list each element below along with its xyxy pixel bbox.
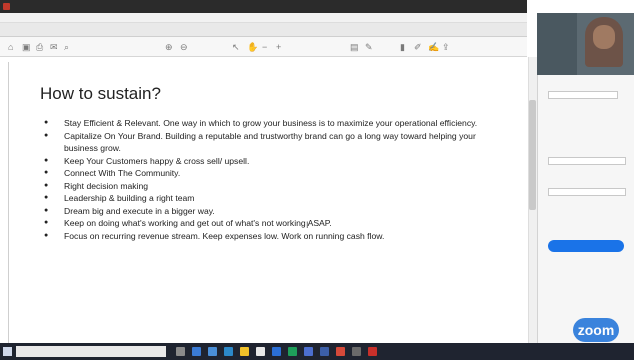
excel-icon[interactable] (288, 347, 297, 356)
fit-page-icon[interactable]: ▤ (350, 42, 359, 52)
list-item: Connect With The Community. (40, 167, 510, 180)
tab-bar (0, 23, 527, 37)
acrobat-icon[interactable] (336, 347, 345, 356)
slide-heading: How to sustain? (40, 84, 161, 103)
zoom-out-icon[interactable]: − (262, 42, 267, 52)
search-icon[interactable]: ⌕ (64, 42, 69, 52)
list-item: Keep Your Customers happy & cross sell/ … (40, 155, 510, 168)
list-item: Keep on doing what's working and get out… (40, 217, 510, 230)
text-cursor-icon: I (306, 220, 309, 230)
list-item: Capitalize On Your Brand. Building a rep… (40, 130, 510, 155)
video-background (537, 13, 577, 75)
sign-icon[interactable]: ✍ (428, 42, 439, 52)
zoom-watermark: zoom (551, 316, 627, 342)
page-up-icon[interactable]: ⊕ (165, 42, 173, 52)
home-icon[interactable]: ⌂ (8, 42, 13, 52)
edge-icon[interactable] (192, 347, 201, 356)
list-item: Focus on recurring revenue stream. Keep … (40, 230, 510, 243)
convert-button[interactable] (548, 240, 624, 252)
task-view-icon[interactable] (176, 347, 185, 356)
zoom-in-icon[interactable]: + (276, 42, 281, 52)
chrome-icon[interactable] (256, 347, 265, 356)
taskbar-search[interactable] (16, 346, 166, 357)
taskbar (0, 343, 634, 360)
participant-face (593, 25, 615, 49)
panel-select-1[interactable] (548, 157, 626, 165)
list-item: Right decision making (40, 180, 510, 193)
list-item: Stay Efficient & Relevant. One way in wh… (40, 117, 510, 130)
panel-dropdown[interactable] (548, 91, 618, 99)
share-icon[interactable]: ⇪ (442, 42, 450, 52)
window-titlebar (0, 0, 527, 13)
mail-app-icon[interactable] (224, 347, 233, 356)
file-explorer-icon[interactable] (240, 347, 249, 356)
hand-icon[interactable]: ✋ (247, 42, 258, 52)
page-edge (8, 62, 9, 343)
panel-select-2[interactable] (548, 188, 626, 196)
windows-start-icon[interactable] (3, 347, 12, 356)
comment-icon[interactable]: ✎ (365, 42, 373, 52)
list-item: Dream big and execute in a bigger way. (40, 205, 510, 218)
pen-icon[interactable]: ✐ (414, 42, 422, 52)
page-down-icon[interactable]: ⊖ (180, 42, 188, 52)
save-icon[interactable]: ▣ (22, 42, 31, 52)
video-thumbnail[interactable] (537, 13, 634, 75)
zoom-logo-icon: zoom (573, 318, 619, 342)
cursor-icon[interactable]: ↖ (232, 42, 240, 52)
scrollbar-thumb[interactable] (529, 100, 536, 210)
highlight-icon[interactable]: ▮ (400, 42, 405, 52)
word-icon[interactable] (272, 347, 281, 356)
zoom-logo-text: zoom (577, 322, 615, 338)
toolbar: ⌂ ▣ ⎙ ✉ ⌕ ⊕ ⊖ ↖ ✋ − + ▤ ✎ ▮ ✐ ✍ ⇪ (0, 37, 527, 57)
menu-bar (0, 13, 527, 23)
app-icon[interactable] (352, 347, 361, 356)
pdf-app-icon[interactable] (368, 347, 377, 356)
teams-icon[interactable] (320, 347, 329, 356)
app-logo-icon (3, 3, 10, 10)
mail-icon[interactable]: ✉ (50, 42, 58, 52)
print-icon[interactable]: ⎙ (36, 42, 43, 52)
list-item: Leadership & building a right team (40, 192, 510, 205)
bullet-list: Stay Efficient & Relevant. One way in wh… (40, 117, 510, 242)
zoom-app-icon[interactable] (304, 347, 313, 356)
store-icon[interactable] (208, 347, 217, 356)
